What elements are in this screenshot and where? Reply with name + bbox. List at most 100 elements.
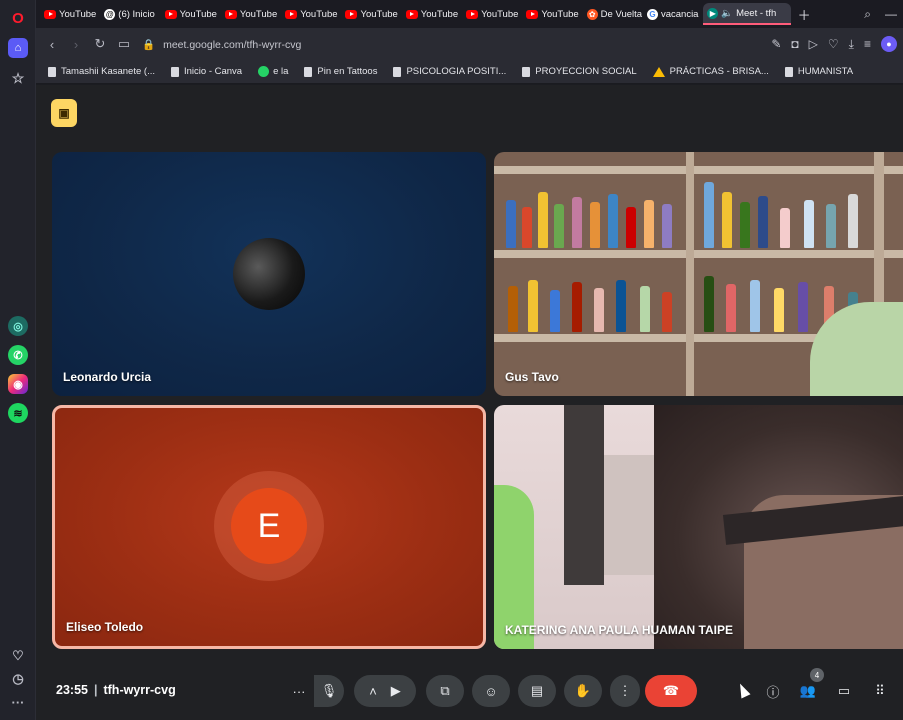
bookmark-label: PROYECCION SOCIAL — [535, 66, 637, 77]
tab-youtube[interactable]: YouTube — [161, 3, 221, 25]
tab-youtube[interactable]: YouTube — [402, 3, 462, 25]
camera-off-icon[interactable]: ▣ — [51, 99, 77, 127]
apps-grid-icon: ⠿ — [875, 683, 885, 698]
info-icon: ⓘ — [766, 684, 780, 700]
bookmark-proyeccion[interactable]: PROYECCION SOCIAL — [522, 66, 637, 77]
tab-youtube[interactable]: YouTube — [341, 3, 401, 25]
heart-icon[interactable]: ♡ — [828, 37, 839, 51]
present-screen-icon: ⧉ — [440, 683, 450, 698]
more-actions-button[interactable]: ⋮ — [610, 675, 640, 707]
devuelta-icon: ✿ — [586, 8, 598, 20]
bookmark-tattoos[interactable]: Pin en Tattoos — [304, 66, 377, 77]
tab-label: YouTube — [300, 8, 338, 20]
video-camera-icon: ▶ — [390, 683, 401, 698]
youtube-icon — [526, 9, 539, 19]
camera-button[interactable]: ˄ ▶ — [354, 675, 416, 707]
ellipsis-icon: ··· — [292, 683, 306, 699]
meeting-info: 23:55 | tfh-wyrr-cvg — [56, 683, 176, 697]
tab-label: YouTube — [239, 8, 278, 20]
site-info-icon[interactable]: ▭ — [112, 36, 136, 52]
tab-vacancia[interactable]: Gvacancia — [643, 3, 703, 25]
avatar: E — [231, 488, 307, 564]
video-feed — [494, 152, 903, 396]
whatsapp-icon[interactable]: ✆ — [8, 345, 28, 365]
microphone-icon: 🎙 — [320, 683, 338, 698]
download-icon[interactable]: ⤓ — [849, 37, 854, 52]
tab-label: YouTube — [360, 8, 398, 20]
youtube-icon — [44, 9, 56, 19]
bookmark-label: PRÁCTICAS - BRISA... — [669, 66, 769, 77]
address-actions: ✎ ◘ ▷ ♡ ⤓ ≡ ● — [771, 28, 897, 60]
history-icon[interactable]: ◷ — [8, 669, 28, 689]
spotify-icon[interactable]: ≋ — [8, 403, 28, 423]
leave-call-button[interactable]: ☎ — [645, 675, 697, 707]
instagram-icon[interactable]: ◉ — [8, 374, 28, 394]
tab-youtube[interactable]: YouTube — [281, 3, 341, 25]
chevron-up-icon: ˄ — [369, 683, 377, 699]
url-field[interactable]: 🔒 meet.google.com/tfh-wyrr-cvg — [142, 38, 301, 51]
tab-threads[interactable]: @ (6) Inicio — [100, 3, 160, 25]
youtube-icon — [405, 9, 418, 19]
tab-youtube[interactable]: YouTube — [462, 3, 522, 25]
star-icon[interactable]: ☆ — [8, 68, 28, 88]
participant-tile[interactable]: KATERING ANA PAULA HUAMAN TAIPE — [494, 405, 903, 649]
reactions-button[interactable]: ☺ — [472, 675, 510, 707]
bookmark-whatsapp[interactable]: e la — [258, 66, 288, 77]
tab-bar-actions: ⌕ — — [864, 0, 903, 28]
participant-name: Leonardo Urcia — [63, 370, 152, 384]
page-icon — [171, 66, 179, 77]
tab-label: De Vuelta — [600, 8, 643, 20]
more-icon[interactable]: ··· — [8, 692, 28, 712]
more-options-button[interactable]: ··· — [286, 675, 312, 707]
minimize-icon[interactable]: — — [885, 7, 897, 21]
participant-tile[interactable]: Leonardo Urcia — [52, 152, 486, 396]
participant-name: Eliseo Toledo — [66, 620, 144, 634]
bookmark-canva[interactable]: Inicio - Canva — [171, 66, 242, 77]
reload-icon[interactable]: ↻ — [88, 36, 112, 52]
tab-devuelta[interactable]: ✿ De Vuelta — [583, 3, 643, 25]
activities-button[interactable]: ⠿ — [866, 675, 894, 707]
tab-meet[interactable]: ▶ 🔈 Meet - tfh — [703, 3, 792, 25]
lock-icon: 🔒 — [142, 38, 156, 51]
back-icon[interactable]: ‹ — [40, 37, 64, 52]
bookmark-psicologia[interactable]: PSICOLOGIA POSITI... — [393, 66, 506, 77]
chat-button[interactable]: ▭ — [830, 675, 858, 707]
heart-icon[interactable]: ♡ — [8, 646, 28, 666]
captions-button[interactable]: ▤ — [518, 675, 556, 707]
opera-logo-icon[interactable]: O — [8, 8, 28, 28]
vertical-dots-icon: ⋮ — [618, 683, 632, 698]
tab-label: YouTube — [541, 8, 579, 20]
home-icon[interactable]: ⌂ — [8, 38, 28, 58]
tab-label: YouTube — [179, 8, 217, 20]
present-button[interactable]: ⧉ — [426, 675, 464, 707]
tab-youtube[interactable]: YouTube — [221, 3, 281, 25]
menu-icon[interactable]: ≡ — [864, 37, 871, 51]
profile-icon[interactable]: ● — [881, 36, 897, 52]
bookmark-practicas[interactable]: PRÁCTICAS - BRISA... — [652, 66, 769, 77]
raise-hand-button[interactable]: ✋ — [564, 675, 602, 707]
youtube-icon — [285, 9, 298, 19]
opera-sidebar: O ⌂ ☆ ◎ ✆ ◉ ≋ ♡ ◷ ··· — [0, 0, 36, 720]
participant-name: Gus Tavo — [505, 370, 559, 384]
search-tabs-icon[interactable]: ⌕ — [864, 7, 871, 22]
page-icon — [48, 66, 56, 77]
bookmark-label: HUMANISTA — [797, 66, 854, 77]
play-icon[interactable]: ▷ — [809, 37, 818, 51]
bookmark-tamashii[interactable]: Tamashii Kasanete (... — [48, 66, 155, 77]
edit-icon[interactable]: ✎ — [771, 37, 781, 51]
participant-tile-speaking[interactable]: E Eliseo Toledo — [52, 405, 486, 649]
participant-tile[interactable]: Gus Tavo — [494, 152, 903, 396]
aria-ai-icon[interactable]: ◎ — [8, 316, 28, 336]
microphone-button[interactable]: 🎙 — [314, 675, 344, 707]
camera-icon[interactable]: ◘ — [791, 37, 798, 51]
meeting-details-button[interactable]: ⓘ — [760, 675, 786, 707]
tab-youtube[interactable]: YouTube — [40, 3, 100, 25]
tab-youtube[interactable]: YouTube — [522, 3, 582, 25]
bookmark-label: PSICOLOGIA POSITI... — [406, 66, 507, 77]
separator: | — [93, 683, 98, 697]
forward-icon[interactable]: › — [64, 37, 88, 52]
bookmark-humanista[interactable]: HUMANISTA — [784, 66, 854, 77]
url-text: meet.google.com/tfh-wyrr-cvg — [163, 38, 302, 51]
tab-label: YouTube — [420, 8, 459, 20]
new-tab-icon[interactable]: ＋ — [798, 5, 811, 24]
